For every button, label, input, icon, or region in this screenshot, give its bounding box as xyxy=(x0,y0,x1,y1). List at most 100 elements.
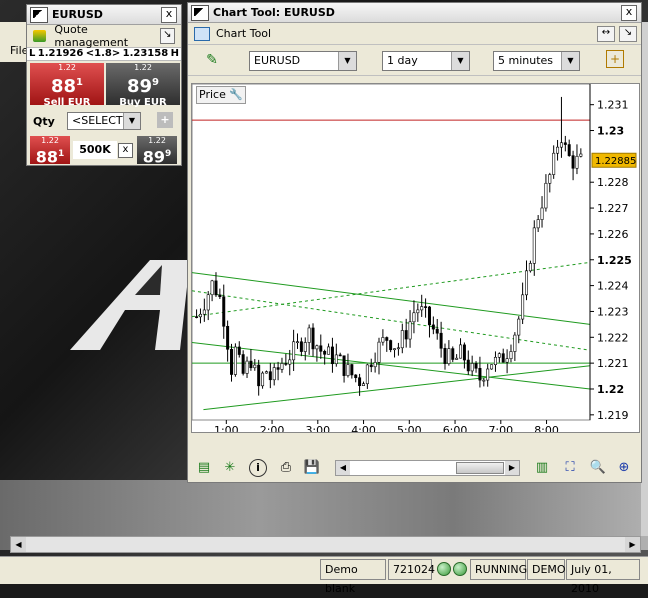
drawing-tool-icon[interactable]: ✎ xyxy=(202,50,222,70)
zoom-out-icon[interactable]: 🔍 xyxy=(589,459,607,477)
candle xyxy=(334,354,338,365)
buy-pip: 9 xyxy=(152,77,160,88)
scroll-right-icon[interactable]: ▶ xyxy=(505,461,519,475)
add-chart-icon[interactable]: ▥ xyxy=(533,459,551,477)
x-tick-label: 1:00 xyxy=(214,424,239,432)
candle xyxy=(307,327,311,343)
chevron-down-icon[interactable]: ▼ xyxy=(338,52,356,70)
chart-bottom-toolbar: ▤ ✳ i ⎙ 💾 ◀ ▶ ▥ ⛶ 🔍 ⊕ xyxy=(191,455,640,481)
candle xyxy=(230,348,234,375)
main-horizontal-scrollbar[interactable]: ◀ ▶ xyxy=(10,536,641,553)
scroll-right-icon[interactable]: ▶ xyxy=(625,537,640,552)
indicators-icon[interactable]: ✳ xyxy=(221,459,239,477)
candle xyxy=(350,364,354,376)
quote-management-icon xyxy=(33,30,47,42)
add-qty-button[interactable]: + xyxy=(157,112,173,128)
info-icon[interactable]: i xyxy=(249,459,267,477)
candle xyxy=(206,294,210,311)
scroll-thumb[interactable] xyxy=(456,462,504,474)
app-logo-icon xyxy=(30,6,48,23)
candle xyxy=(396,347,400,350)
buy-button[interactable]: 1.22 899 Buy EUR xyxy=(106,63,180,108)
spread-value: <1.8> xyxy=(85,48,121,59)
price-label: Price xyxy=(199,88,226,101)
qty-row: Qty <SELECT> ▼ + xyxy=(27,109,181,133)
chart-toolbar: ✎ EURUSD ▼ 1 day ▼ 5 minutes ▼ + xyxy=(188,45,641,76)
candle xyxy=(264,371,268,374)
add-indicator-icon[interactable]: + xyxy=(606,50,624,68)
candle xyxy=(532,227,536,264)
chevron-down-icon[interactable]: ▼ xyxy=(561,52,579,70)
wrench-icon[interactable]: 🔧 xyxy=(229,88,243,101)
sell-button[interactable]: 1.22 881 Sell EUR xyxy=(30,63,104,108)
status-mode: DEMO xyxy=(527,559,566,580)
mini-sell-button[interactable]: 1.22 881 xyxy=(30,136,70,167)
candle xyxy=(427,306,431,326)
current-price-label: 1.22885 xyxy=(595,156,636,167)
candle xyxy=(575,155,579,169)
candle xyxy=(202,309,206,315)
amount-field[interactable]: 500K xyxy=(73,141,117,159)
zoom-fit-icon[interactable]: ⛶ xyxy=(561,459,579,477)
candle xyxy=(416,309,420,314)
expand-arrow-icon[interactable]: ↘ xyxy=(159,28,175,44)
candle xyxy=(222,296,226,327)
zoom-in-icon[interactable]: ⊕ xyxy=(615,459,633,477)
candle xyxy=(497,353,501,358)
candle xyxy=(288,359,292,365)
candle xyxy=(540,207,544,220)
candle xyxy=(548,174,552,184)
interval-select[interactable]: 5 minutes ▼ xyxy=(493,51,580,71)
close-icon[interactable]: x xyxy=(161,6,177,23)
candle xyxy=(474,363,478,369)
low-label: L xyxy=(29,48,36,59)
chart-scrollbar[interactable]: ◀ ▶ xyxy=(335,460,520,476)
y-tick-label: 1.22 xyxy=(597,383,624,396)
quote-titlebar[interactable]: EURUSD x xyxy=(27,5,181,25)
candle xyxy=(358,377,362,386)
candle xyxy=(571,155,575,169)
candle xyxy=(459,344,463,359)
save-data-icon[interactable]: ▤ xyxy=(195,459,213,477)
mini-sell-prefix: 1.22 xyxy=(41,136,59,145)
close-icon[interactable]: x xyxy=(118,143,133,158)
quote-title: EURUSD xyxy=(52,8,103,21)
candle xyxy=(292,341,296,361)
expand-arrow-icon[interactable]: ↘ xyxy=(619,25,637,42)
scroll-left-icon[interactable]: ◀ xyxy=(336,461,350,475)
swap-arrows-icon[interactable]: ↔ xyxy=(597,25,615,42)
sell-pip: 1 xyxy=(76,77,84,88)
candle xyxy=(315,345,319,350)
candle xyxy=(373,362,377,368)
vertical-scrollbar[interactable] xyxy=(641,22,648,536)
mini-buy-button[interactable]: 1.22 899 xyxy=(137,136,177,166)
period-select[interactable]: 1 day ▼ xyxy=(382,51,470,71)
y-tick-label: 1.231 xyxy=(597,99,629,112)
candle xyxy=(552,152,556,175)
candle xyxy=(389,340,393,351)
chart-titlebar[interactable]: Chart Tool: EURUSD x xyxy=(188,3,641,23)
y-tick-label: 1.226 xyxy=(597,228,629,241)
scroll-left-icon[interactable]: ◀ xyxy=(11,537,26,552)
mini-sell-pip: 1 xyxy=(58,149,65,159)
instrument-select[interactable]: EURUSD ▼ xyxy=(249,51,357,71)
mini-sell-big: 88 xyxy=(35,147,58,167)
chevron-down-icon[interactable]: ▼ xyxy=(123,113,140,129)
candle xyxy=(327,346,331,355)
chevron-down-icon[interactable]: ▼ xyxy=(451,52,469,70)
app-logo-icon xyxy=(191,4,209,21)
save-icon[interactable]: 💾 xyxy=(303,459,321,477)
candle xyxy=(439,332,443,349)
y-tick-label: 1.224 xyxy=(597,280,629,293)
close-icon[interactable]: x xyxy=(621,4,637,21)
buy-prefix: 1.22 xyxy=(134,63,152,72)
qty-select[interactable]: <SELECT> ▼ xyxy=(67,112,141,130)
sell-prefix: 1.22 xyxy=(58,63,76,72)
price-chart[interactable]: 1.231 1.23 1.228 1.227 1.226 1.225 1.224 1.223 1… xyxy=(191,83,640,437)
y-tick-label: 1.221 xyxy=(597,357,629,370)
candle xyxy=(226,325,230,350)
print-icon[interactable]: ⎙ xyxy=(277,459,295,477)
status-state: RUNNING xyxy=(470,559,527,580)
quote-management-label[interactable]: Quote management xyxy=(54,23,159,49)
candle xyxy=(303,342,307,352)
